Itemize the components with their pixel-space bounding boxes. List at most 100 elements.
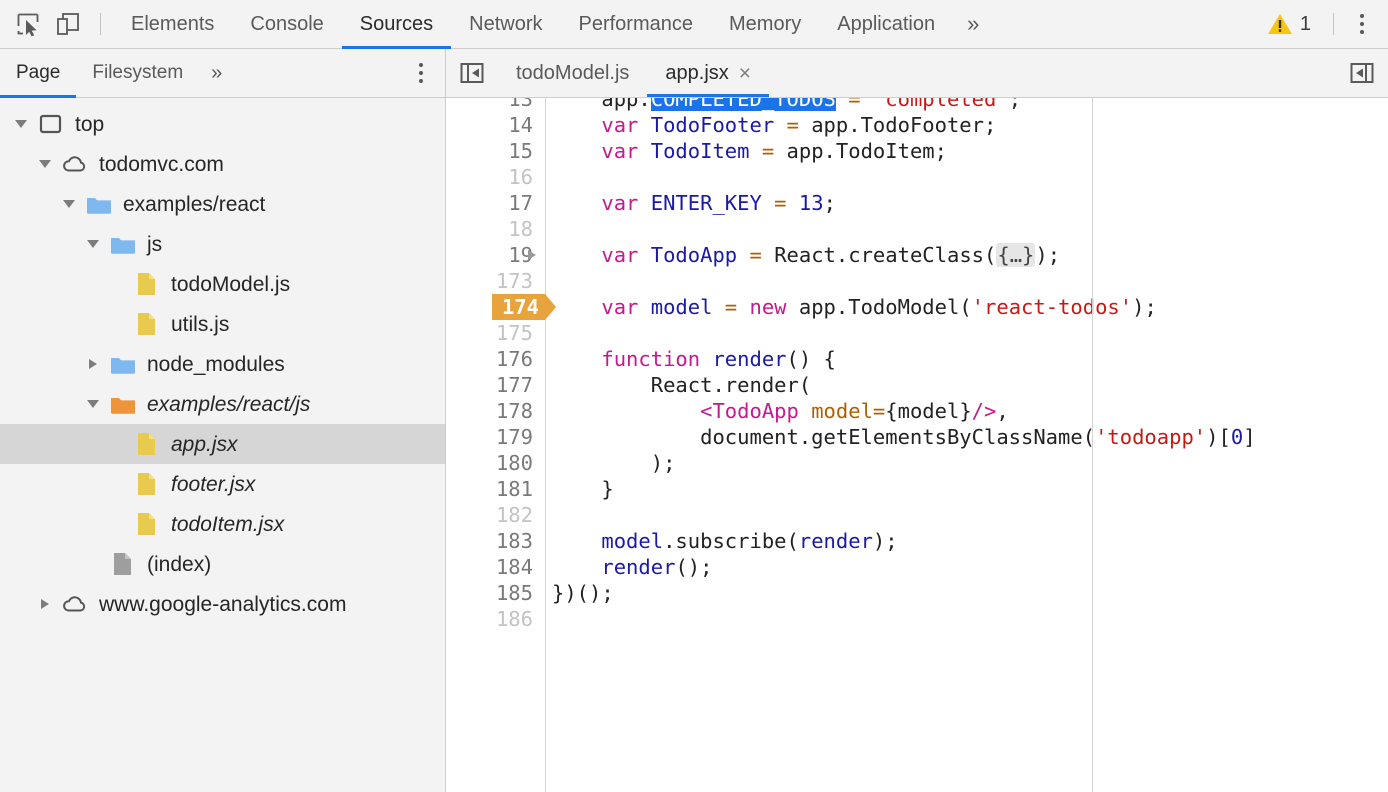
line-number[interactable]: 186 <box>446 606 545 632</box>
code-line[interactable]: var ENTER_KEY = 13; <box>546 190 1388 216</box>
chevron-down-icon[interactable] <box>58 200 80 208</box>
close-icon[interactable]: × <box>739 63 751 84</box>
tab-network-label: Network <box>469 13 542 36</box>
nav-tab-filesystem[interactable]: Filesystem <box>76 49 199 98</box>
chevron-down-icon[interactable] <box>10 120 32 128</box>
code-content[interactable]: app.COMPLETED_TODOS = 'completed'; var T… <box>546 98 1388 792</box>
nav-tab-page[interactable]: Page <box>0 49 76 98</box>
editor-tab-app-jsx[interactable]: app.jsx × <box>647 49 769 97</box>
tab-sources[interactable]: Sources <box>342 0 451 49</box>
tree-item-todoitem-jsx[interactable]: todoItem.jsx <box>0 504 445 544</box>
warning-counter[interactable]: 1 <box>1257 12 1321 36</box>
tree-item-examples-react[interactable]: examples/react <box>0 184 445 224</box>
line-number[interactable]: 179 <box>446 424 545 450</box>
tab-network[interactable]: Network <box>451 0 560 49</box>
line-number[interactable]: 185 <box>446 580 545 606</box>
line-number[interactable]: 177 <box>446 372 545 398</box>
code-token-plain: } <box>552 477 614 501</box>
breakpoint-badge[interactable]: 174 <box>492 294 545 320</box>
code-line[interactable] <box>546 164 1388 190</box>
tree-item-todomvc-com[interactable]: todomvc.com <box>0 144 445 184</box>
tree-item-footer-jsx[interactable]: footer.jsx <box>0 464 445 504</box>
chevron-right-icon[interactable] <box>82 359 104 369</box>
tab-elements[interactable]: Elements <box>113 0 232 49</box>
code-line[interactable]: <TodoApp model={model}/>, <box>546 398 1388 424</box>
tab-application[interactable]: Application <box>819 0 953 49</box>
line-number[interactable]: 15 <box>446 138 545 164</box>
line-number[interactable]: 16 <box>446 164 545 190</box>
tree-item-label: utils.js <box>171 314 229 335</box>
code-line[interactable] <box>546 606 1388 632</box>
code-line[interactable]: model.subscribe(render); <box>546 528 1388 554</box>
code-line[interactable]: var TodoFooter = app.TodoFooter; <box>546 112 1388 138</box>
line-number[interactable]: 180 <box>446 450 545 476</box>
line-number[interactable]: 176 <box>446 346 545 372</box>
code-line[interactable]: var TodoApp = React.createClass({…}); <box>546 242 1388 268</box>
chevron-down-icon[interactable] <box>34 160 56 168</box>
file-js-icon <box>132 431 162 457</box>
code-line[interactable]: })(); <box>546 580 1388 606</box>
panel-tabs-overflow-icon[interactable]: » <box>953 11 991 37</box>
tree-item-examples-react-js[interactable]: examples/react/js <box>0 384 445 424</box>
tab-console[interactable]: Console <box>232 0 341 49</box>
tree-item-top[interactable]: top <box>0 104 445 144</box>
chevron-right-icon[interactable] <box>34 599 56 609</box>
sources-navigator-panel: Page Filesystem » toptodomvc.comexamples… <box>0 49 446 792</box>
code-fold-icon[interactable] <box>528 250 536 260</box>
code-line[interactable]: render(); <box>546 554 1388 580</box>
navigator-tabs-overflow-icon[interactable]: » <box>199 62 232 85</box>
tab-performance[interactable]: Performance <box>561 0 712 49</box>
line-number[interactable]: 14 <box>446 112 545 138</box>
code-line[interactable] <box>546 502 1388 528</box>
code-line[interactable]: function render() { <box>546 346 1388 372</box>
more-options-icon[interactable] <box>1346 14 1378 34</box>
file-doc-icon <box>109 551 137 577</box>
code-line[interactable]: var TodoItem = app.TodoItem; <box>546 138 1388 164</box>
chevron-down-icon[interactable] <box>82 240 104 248</box>
line-number-gutter[interactable]: 1314151617181917317417517617717817918018… <box>446 98 546 792</box>
line-number[interactable]: 175 <box>446 320 545 346</box>
expand-sidebar-icon[interactable] <box>1336 49 1388 97</box>
code-token-op: = <box>774 113 811 137</box>
line-number[interactable]: 178 <box>446 398 545 424</box>
tree-item-label: todoItem.jsx <box>171 514 284 535</box>
code-line[interactable]: var model = new app.TodoModel('react-tod… <box>546 294 1388 320</box>
code-line[interactable]: app.COMPLETED_TODOS = 'completed'; <box>546 98 1388 112</box>
line-number[interactable]: 184 <box>446 554 545 580</box>
line-number[interactable]: 18 <box>446 216 545 242</box>
code-line[interactable]: ); <box>546 450 1388 476</box>
tab-memory[interactable]: Memory <box>711 0 819 49</box>
code-editor[interactable]: 1314151617181917317417517617717817918018… <box>446 98 1388 792</box>
line-number[interactable]: 173 <box>446 268 545 294</box>
inspect-element-icon[interactable] <box>8 4 48 44</box>
tree-item-todomodel-js[interactable]: todoModel.js <box>0 264 445 304</box>
code-line[interactable] <box>546 268 1388 294</box>
twisty-triangle <box>89 359 97 369</box>
code-token-plain <box>638 113 650 137</box>
line-number[interactable]: 17 <box>446 190 545 216</box>
collapse-navigator-icon[interactable] <box>446 49 498 97</box>
line-number[interactable]: 182 <box>446 502 545 528</box>
tree-item-app-jsx[interactable]: app.jsx <box>0 424 445 464</box>
tree-item-node-modules[interactable]: node_modules <box>0 344 445 384</box>
line-number[interactable]: 13 <box>446 98 545 112</box>
device-toolbar-icon[interactable] <box>48 4 88 44</box>
code-line[interactable]: } <box>546 476 1388 502</box>
line-number[interactable]: 183 <box>446 528 545 554</box>
tree-item-js[interactable]: js <box>0 224 445 264</box>
code-token-plain <box>552 529 601 553</box>
tree-item-www-google-analytics-com[interactable]: www.google-analytics.com <box>0 584 445 624</box>
toolbar-divider <box>100 13 101 35</box>
breakpoint-marker[interactable]: 174 <box>446 294 545 320</box>
line-number[interactable]: 19 <box>446 242 545 268</box>
line-number[interactable]: 181 <box>446 476 545 502</box>
code-line[interactable] <box>546 216 1388 242</box>
chevron-down-icon[interactable] <box>82 400 104 408</box>
editor-tab-todomodel-js[interactable]: todoModel.js <box>498 49 647 97</box>
code-line[interactable]: document.getElementsByClassName('todoapp… <box>546 424 1388 450</box>
code-line[interactable]: React.render( <box>546 372 1388 398</box>
tree-item-index[interactable]: (index) <box>0 544 445 584</box>
tree-item-utils-js[interactable]: utils.js <box>0 304 445 344</box>
navigator-more-options-icon[interactable] <box>405 63 437 83</box>
code-line[interactable] <box>546 320 1388 346</box>
